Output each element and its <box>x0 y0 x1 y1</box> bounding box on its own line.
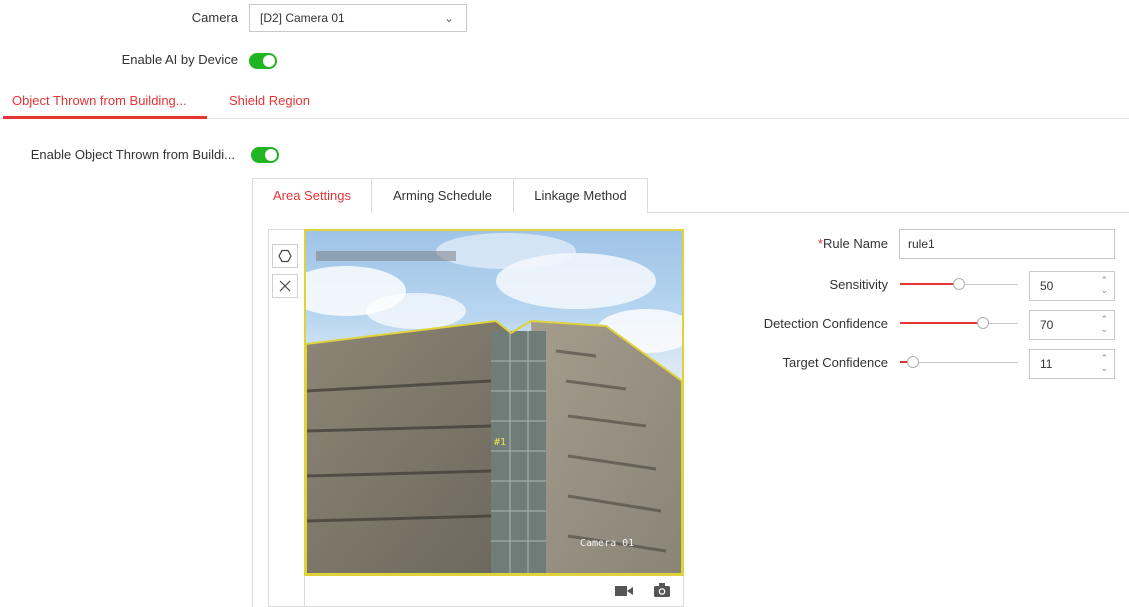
enable-ai-toggle[interactable] <box>249 53 277 69</box>
polygon-icon <box>278 249 292 263</box>
detection-confidence-slider[interactable] <box>900 315 1018 331</box>
spinner-arrows-icon[interactable]: ⌃ ⌄ <box>1100 353 1108 373</box>
detection-confidence-label: Detection Confidence <box>763 316 888 331</box>
sensitivity-slider[interactable] <box>900 276 1018 292</box>
slider-fill <box>900 283 959 285</box>
camera-select[interactable]: [D2] Camera 01 ⌄ <box>249 4 467 32</box>
active-tab-indicator <box>3 116 207 119</box>
chevron-down-icon: ⌄ <box>443 11 454 25</box>
target-confidence-label: Target Confidence <box>782 355 888 370</box>
camera-select-value: [D2] Camera 01 <box>260 11 345 25</box>
slider-thumb[interactable] <box>977 317 989 329</box>
close-icon <box>279 280 291 292</box>
slider-fill <box>900 322 983 324</box>
rule-name-input[interactable]: rule1 <box>899 229 1115 259</box>
camera-label: Camera <box>191 10 238 25</box>
clear-area-button[interactable] <box>272 274 298 298</box>
tab-linkage-method[interactable]: Linkage Method <box>513 178 648 213</box>
enable-ai-label: Enable AI by Device <box>121 52 238 67</box>
area-id-label: #1 <box>494 437 507 448</box>
live-video[interactable]: #1 Camera 01 <box>304 229 684 576</box>
camera-scene <box>306 233 682 574</box>
draw-polygon-button[interactable] <box>272 244 298 268</box>
tab-arming-schedule[interactable]: Arming Schedule <box>371 178 514 213</box>
tab-object-thrown[interactable]: Object Thrown from Building... <box>12 93 187 108</box>
enable-object-toggle[interactable] <box>251 147 279 163</box>
rule-name-label: *Rule Name <box>817 236 888 251</box>
enable-object-label: Enable Object Thrown from Buildi... <box>30 147 235 162</box>
video-toolbar <box>304 576 684 607</box>
sensitivity-input[interactable]: 50 ⌃ ⌄ <box>1029 271 1115 301</box>
sensitivity-label: Sensitivity <box>829 277 888 292</box>
snapshot-icon[interactable] <box>653 582 671 601</box>
tab-shield-region[interactable]: Shield Region <box>229 93 310 108</box>
target-confidence-input[interactable]: 11 ⌃ ⌄ <box>1029 349 1115 379</box>
sub-tabs: Area Settings Arming Schedule Linkage Me… <box>252 178 648 213</box>
slider-thumb[interactable] <box>953 278 965 290</box>
record-icon[interactable] <box>615 585 633 600</box>
spinner-arrows-icon[interactable]: ⌃ ⌄ <box>1100 275 1108 295</box>
camera-overlay-name: Camera 01 <box>580 538 635 549</box>
detection-confidence-input[interactable]: 70 ⌃ ⌄ <box>1029 310 1115 340</box>
tab-area-settings[interactable]: Area Settings <box>252 178 372 213</box>
spinner-arrows-icon[interactable]: ⌃ ⌄ <box>1100 314 1108 334</box>
drawing-toolbar <box>268 229 304 607</box>
target-confidence-slider[interactable] <box>900 354 1018 370</box>
slider-thumb[interactable] <box>907 356 919 368</box>
